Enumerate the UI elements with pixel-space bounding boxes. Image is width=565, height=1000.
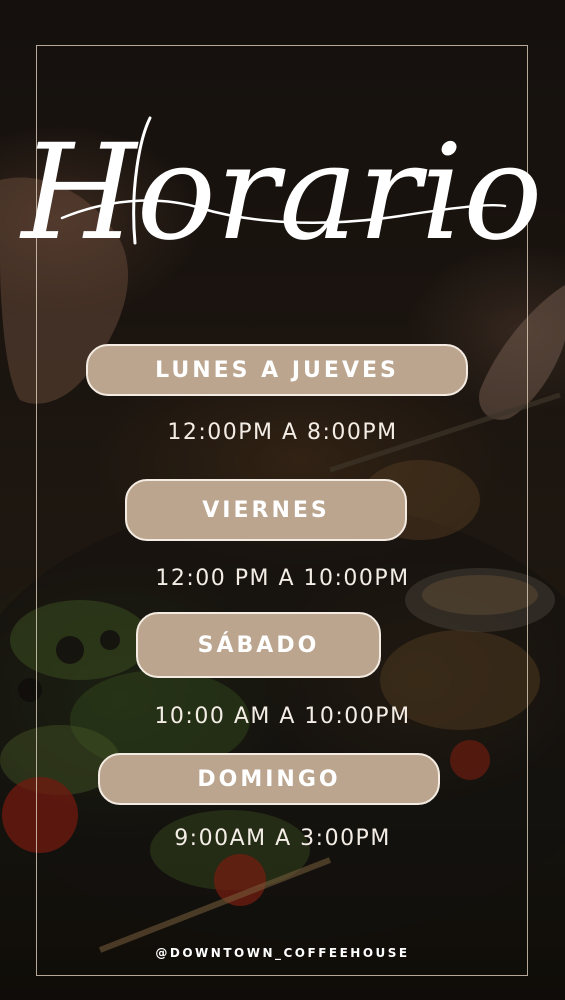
social-handle: @DOWNTOWN_COFFEEHOUSE: [155, 946, 410, 960]
hours-domingo: 9:00AM A 3:00PM: [174, 826, 391, 851]
story-poster: Horario LUNES A JUEVES 12:00PM A 8:00PM …: [0, 0, 565, 1000]
day-label: SÁBADO: [197, 632, 320, 658]
day-label: VIERNES: [202, 497, 330, 523]
hours-sabado: 10:00 AM A 10:00PM: [154, 704, 411, 729]
title-text: Horario: [19, 116, 542, 270]
day-pill-domingo: DOMINGO: [98, 753, 440, 805]
hours-viernes: 12:00 PM A 10:00PM: [155, 566, 410, 591]
script-title: Horario: [19, 116, 542, 270]
day-pill-lunes-jueves: LUNES A JUEVES: [86, 344, 468, 396]
hours-lunes-jueves: 12:00PM A 8:00PM: [167, 420, 398, 445]
day-label: DOMINGO: [197, 766, 341, 792]
day-pill-sabado: SÁBADO: [136, 612, 381, 678]
day-label: LUNES A JUEVES: [155, 357, 399, 383]
day-pill-viernes: VIERNES: [125, 479, 407, 541]
